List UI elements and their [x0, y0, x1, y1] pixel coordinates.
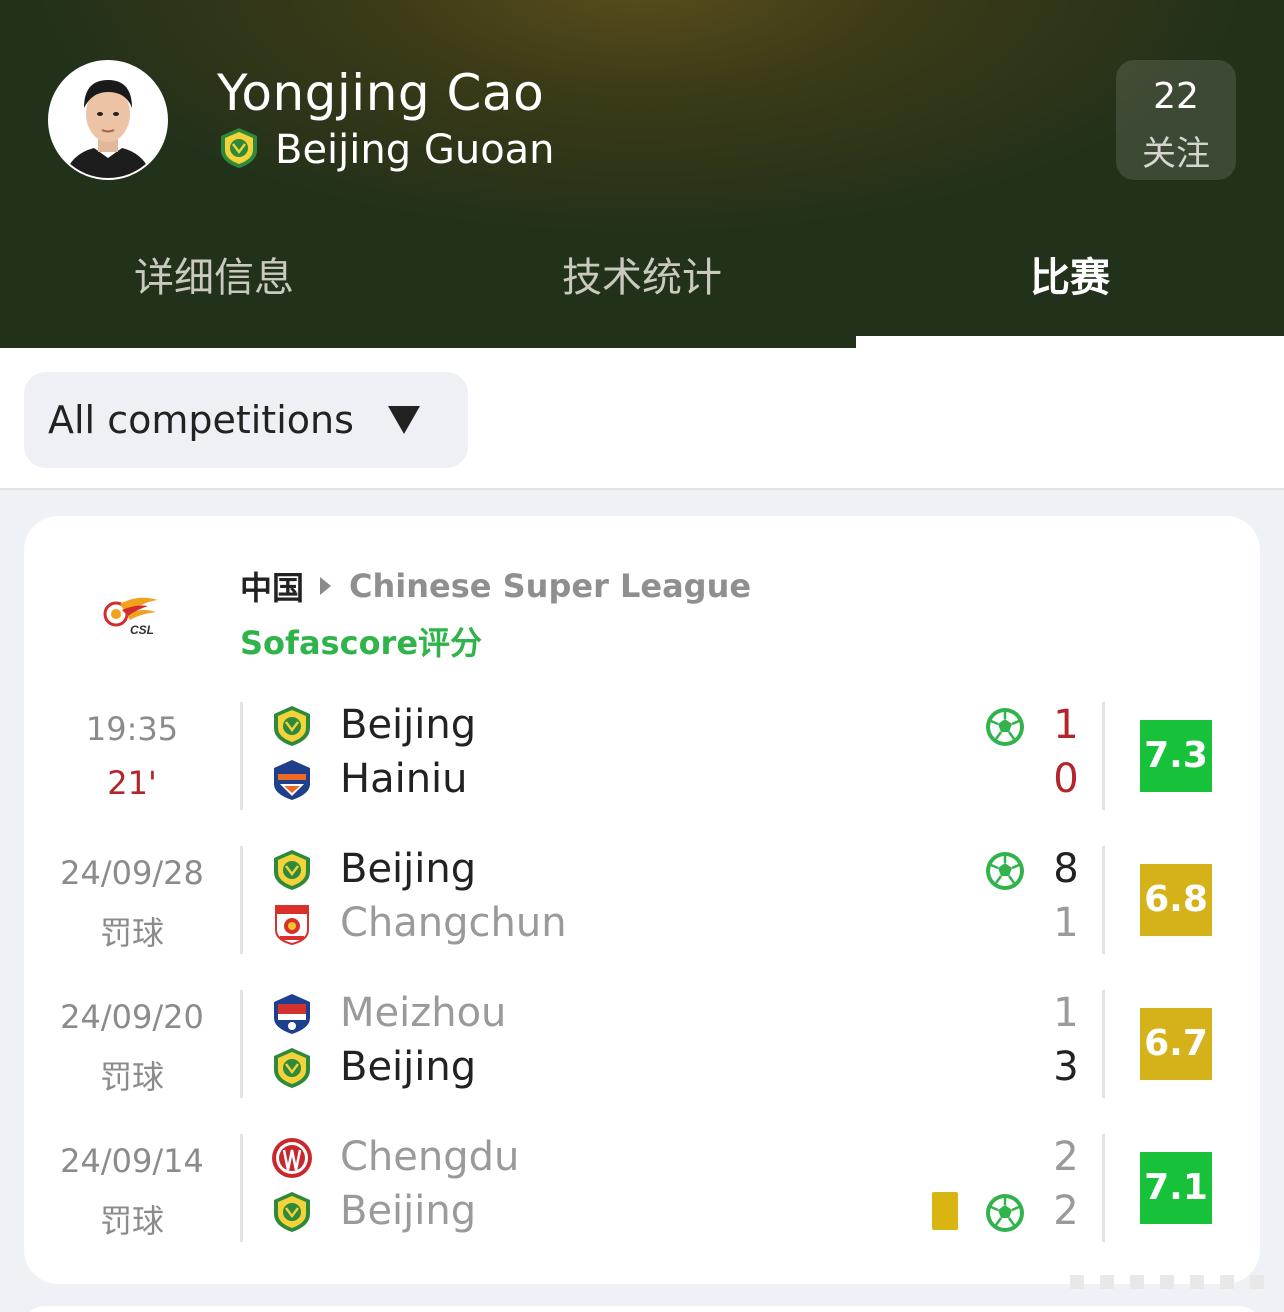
follow-count: 22: [1153, 76, 1199, 117]
away-score: 1: [1053, 900, 1079, 946]
away-team-name: Changchun: [340, 900, 567, 946]
home-score: 8: [1053, 846, 1079, 892]
player-header: Yongjing Cao Beijing Guoan 22 关注 详细信息 技术…: [0, 0, 1284, 348]
country-name: 中国: [240, 569, 305, 607]
match-status: 罚球: [99, 914, 164, 952]
home-score: 1: [1053, 990, 1079, 1036]
home-score: 1: [1053, 702, 1079, 748]
away-team-name: Beijing: [340, 1044, 477, 1090]
player-rating-badge: 6.7: [1140, 1008, 1212, 1080]
filter-bar: All competitions: [0, 348, 1284, 490]
beijing-guoan-logo-icon: [270, 1046, 314, 1090]
yellow-card-icon: [932, 1192, 958, 1230]
tab-details[interactable]: 详细信息: [0, 238, 428, 348]
home-team-name: Meizhou: [340, 990, 507, 1036]
away-team-name: Hainiu: [340, 756, 468, 802]
league-name: Chinese Super League: [349, 567, 752, 605]
follow-button[interactable]: 22 关注: [1116, 60, 1236, 180]
divider: [240, 990, 243, 1098]
competition-card: CSL 中国 Chinese Super League Sofascore评分 …: [24, 516, 1260, 1284]
player-team-link[interactable]: Beijing Guoan: [217, 126, 555, 174]
divider: [1102, 846, 1105, 954]
goal-ball-icon: [984, 1192, 1026, 1234]
away-score: 2: [1053, 1188, 1079, 1234]
dropdown-arrow-icon: [387, 406, 420, 434]
csl-logo-text: CSL: [130, 623, 154, 637]
team-name: Beijing Guoan: [275, 127, 555, 173]
match-row[interactable]: 19:35 21' Beijing Hainiu 1 0 7.3: [24, 702, 1260, 810]
next-competition-card: [24, 1306, 1260, 1312]
beijing-guoan-logo-icon: [270, 848, 314, 892]
match-date: 24/09/14: [60, 1142, 204, 1180]
beijing-guoan-logo-icon: [270, 704, 314, 748]
divider: [240, 702, 243, 810]
match-date: 24/09/20: [60, 998, 204, 1036]
divider: [240, 1134, 243, 1242]
match-row[interactable]: 24/09/20 罚球 Meizhou Beijing 1 3 6.7: [24, 990, 1260, 1098]
goal-ball-icon: [984, 706, 1026, 748]
home-team-name: Beijing: [340, 702, 477, 748]
beijing-guoan-logo-icon: [270, 1190, 314, 1234]
player-avatar: [48, 60, 168, 180]
csl-logo-icon: CSL: [96, 590, 168, 640]
match-status: 罚球: [99, 1202, 164, 1240]
match-row[interactable]: 24/09/14 罚球 Chengdu Beijing 2 2 7.1: [24, 1134, 1260, 1242]
match-live-minute: 21': [107, 764, 157, 802]
home-team-name: Beijing: [340, 846, 477, 892]
away-score: 0: [1053, 756, 1079, 802]
player-rating-badge: 7.3: [1140, 720, 1212, 792]
competition-filter-label: All competitions: [48, 398, 354, 442]
meizhou-logo-icon: [270, 992, 314, 1036]
changchun-logo-icon: [270, 902, 314, 946]
henan-logo-icon: [270, 758, 314, 802]
chengdu-logo-icon: [270, 1136, 314, 1180]
rating-source-label: Sofascore评分: [240, 624, 483, 662]
goal-ball-icon: [984, 850, 1026, 892]
tab-bar: 详细信息 技术统计 比赛: [0, 238, 1284, 348]
beijing-guoan-logo-icon: [217, 126, 261, 174]
player-rating-badge: 6.8: [1140, 864, 1212, 936]
divider: [240, 846, 243, 954]
tab-matches[interactable]: 比赛: [856, 238, 1284, 348]
breadcrumb-arrow-icon: [320, 577, 332, 595]
divider: [1102, 702, 1105, 810]
tab-statistics[interactable]: 技术统计: [428, 238, 856, 348]
divider: [1102, 1134, 1105, 1242]
active-tab-indicator: [856, 336, 1284, 348]
match-status: 罚球: [99, 1058, 164, 1096]
home-team-name: Chengdu: [340, 1134, 520, 1180]
divider: [1102, 990, 1105, 1098]
away-team-name: Beijing: [340, 1188, 477, 1234]
home-score: 2: [1053, 1134, 1079, 1180]
player-name: Yongjing Cao: [217, 64, 545, 122]
away-score: 3: [1053, 1044, 1079, 1090]
competition-breadcrumb[interactable]: 中国 Chinese Super League: [240, 564, 751, 608]
player-rating-badge: 7.1: [1140, 1152, 1212, 1224]
competition-filter-dropdown[interactable]: All competitions: [24, 372, 468, 468]
match-row[interactable]: 24/09/28 罚球 Beijing Changchun 8 1 6.8: [24, 846, 1260, 954]
decorative-bar-icon: [1070, 1271, 1270, 1291]
match-time: 19:35: [85, 710, 179, 748]
follow-label: 关注: [1142, 134, 1210, 174]
match-date: 24/09/28: [60, 854, 204, 892]
